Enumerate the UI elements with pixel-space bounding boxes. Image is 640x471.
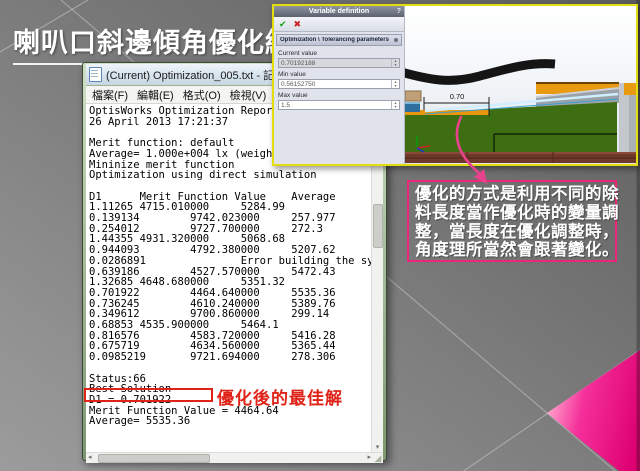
cad-blue-block-edge bbox=[405, 102, 420, 104]
best-solution-highlight-box bbox=[84, 388, 213, 402]
slide: 喇叭口斜邊傾角優化結果 (Current) Optimization_005.t… bbox=[0, 0, 640, 471]
spinner-icon[interactable]: ▴▾ bbox=[391, 59, 399, 67]
menu-item[interactable]: 編輯(E) bbox=[137, 87, 174, 103]
field-label: Current value bbox=[278, 50, 400, 57]
notepad-title: (Current) Optimization_005.txt - 記事本 bbox=[106, 67, 296, 83]
dimension-value: 0.70 bbox=[450, 92, 465, 101]
dialog-titlebar[interactable]: Variable definition ? bbox=[274, 6, 404, 17]
cad-orange-bar bbox=[624, 83, 636, 95]
best-solution-annotation: 優化後的最佳解 bbox=[217, 384, 343, 409]
horizontal-scrollbar[interactable]: ◂ ▸ ◢ bbox=[86, 452, 383, 463]
field-input[interactable]: 1.5 ▴▾ bbox=[278, 100, 400, 110]
spinner-icon[interactable]: ▴▾ bbox=[391, 101, 399, 109]
cad-viewport: 0.70 bbox=[405, 6, 636, 164]
cad-drawing: 0.70 bbox=[405, 6, 636, 163]
field-value: 1.5 bbox=[279, 102, 290, 109]
cad-orange-bar-edge bbox=[536, 82, 619, 84]
field-input[interactable]: 0.56152750 ▴▾ bbox=[278, 79, 400, 89]
scroll-down-icon[interactable]: ▾ bbox=[372, 443, 383, 452]
field-value: 0.70192188 bbox=[279, 60, 315, 67]
field-value: 0.56152750 bbox=[279, 81, 315, 88]
resize-grip-icon[interactable]: ◢ bbox=[373, 453, 383, 463]
section-header-label: Optimization \ Tolerancing parameters bbox=[280, 37, 389, 43]
notepad-document-icon bbox=[89, 67, 102, 82]
menu-item[interactable]: 檢視(V) bbox=[230, 87, 267, 103]
spinner-icon[interactable]: ▴▾ bbox=[391, 80, 399, 88]
field-label: Max value bbox=[278, 92, 400, 99]
note-line: 料長度當作優化時的變量調 bbox=[415, 204, 615, 223]
note-line: 角度理所當然會跟著變化。 bbox=[415, 241, 615, 260]
menu-item[interactable]: 檔案(F) bbox=[92, 87, 128, 103]
horizontal-scroll-thumb[interactable] bbox=[98, 454, 210, 463]
variable-definition-dialog: Variable definition ? ✔ ✖ Optimization \… bbox=[274, 6, 405, 164]
note-box: 優化的方式是利用不同的除料長度當作優化時的變量調整，當長度在優化調整時，角度理所… bbox=[407, 180, 617, 262]
dialog-title: Variable definition bbox=[309, 8, 369, 15]
pin-icon[interactable] bbox=[394, 38, 398, 42]
cad-black-band bbox=[405, 64, 555, 81]
vertical-scroll-thumb[interactable] bbox=[373, 204, 383, 248]
cancel-x-icon[interactable]: ✖ bbox=[294, 18, 302, 30]
scroll-right-icon[interactable]: ▸ bbox=[367, 453, 371, 463]
scroll-left-icon[interactable]: ◂ bbox=[88, 453, 92, 463]
cad-floor-top bbox=[405, 152, 636, 154]
confirm-check-icon[interactable]: ✔ bbox=[279, 18, 287, 30]
dialog-toolbar: ✔ ✖ bbox=[274, 17, 404, 32]
dialog-section-header[interactable]: Optimization \ Tolerancing parameters bbox=[276, 34, 402, 46]
field-input[interactable]: 0.70192188 ▴▾ bbox=[278, 58, 400, 68]
note-line: 優化的方式是利用不同的除 bbox=[415, 185, 615, 204]
menu-item[interactable]: 格式(O) bbox=[183, 87, 221, 103]
field-label: Min value bbox=[278, 71, 400, 78]
cad-screenshot-panel: Variable definition ? ✔ ✖ Optimization \… bbox=[272, 4, 638, 166]
help-icon[interactable]: ? bbox=[397, 6, 401, 17]
cad-tan-block bbox=[405, 91, 421, 101]
dialog-fields: Current value0.70192188▴▾Min value0.5615… bbox=[274, 46, 404, 111]
note-line: 整，當長度在優化調整時， bbox=[415, 223, 615, 242]
